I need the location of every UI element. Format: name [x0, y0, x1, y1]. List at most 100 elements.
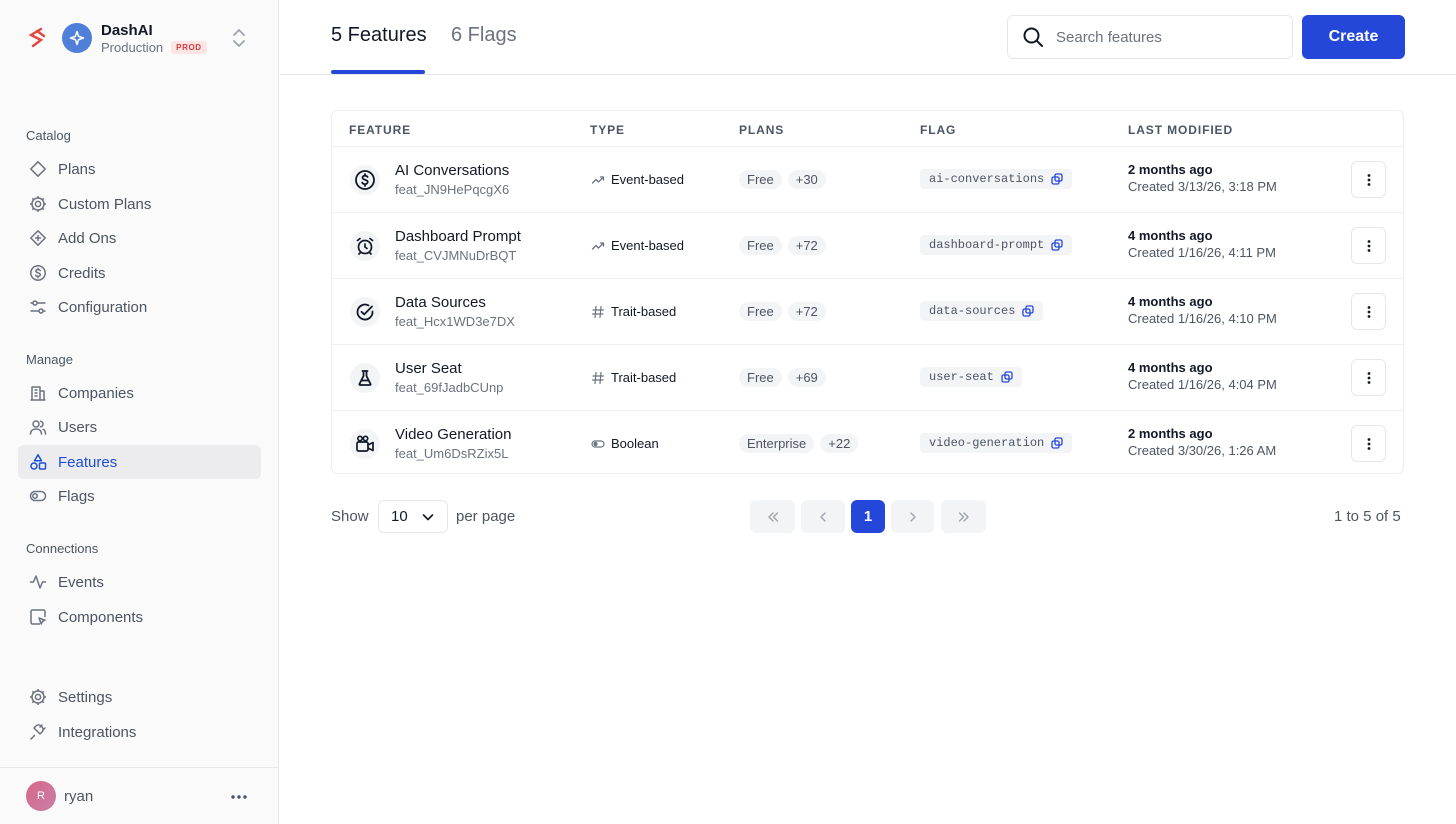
sidebar-item-features[interactable]: Features [18, 445, 261, 479]
external-link-icon [1051, 173, 1063, 185]
search-input[interactable] [1056, 28, 1276, 46]
env-badge: PROD [171, 40, 207, 54]
feature-name[interactable]: User Seat [395, 360, 462, 377]
row-actions-button[interactable] [1351, 359, 1386, 396]
dollar-circle-icon [350, 165, 380, 195]
building-icon [29, 384, 47, 402]
row-actions-button[interactable] [1351, 425, 1386, 462]
created-at: Created 1/16/26, 4:11 PM [1128, 245, 1276, 260]
sidebar-item-add-ons[interactable]: Add Ons [18, 221, 261, 255]
chevrons-right-icon [958, 511, 969, 522]
chevron-down-icon [422, 514, 434, 521]
column-header-feature: FEATURE [349, 123, 412, 137]
chevrons-up-down-icon[interactable] [231, 27, 247, 49]
features-table: FEATURE TYPE PLANS FLAG LAST MODIFIED AI… [331, 110, 1404, 474]
sidebar-item-flags[interactable]: Flags [18, 479, 261, 513]
sidebar-item-settings[interactable]: Settings [18, 680, 261, 714]
sidebar-item-custom-plans[interactable]: Custom Plans [18, 187, 261, 221]
sparkle-icon [69, 30, 85, 46]
user-name[interactable]: ryan [64, 788, 93, 805]
plan-more-pill[interactable]: +69 [787, 368, 826, 387]
feature-id: feat_69fJadbCUnp [395, 380, 504, 395]
feature-type: Boolean [591, 436, 659, 451]
sidebar-item-label: Custom Plans [58, 195, 152, 213]
page-button-current[interactable]: 1 [851, 500, 885, 533]
video-camera-icon [350, 429, 380, 459]
sidebar-item-events[interactable]: Events [18, 565, 261, 599]
alarm-clock-icon [350, 231, 380, 261]
row-actions-button[interactable] [1351, 293, 1386, 330]
trend-icon [591, 241, 605, 250]
chevron-right-icon [909, 511, 916, 522]
org-env-row: Production PROD [101, 40, 207, 55]
sidebar-item-configuration[interactable]: Configuration [18, 290, 261, 324]
flag-link[interactable]: dashboard-prompt [920, 235, 1073, 255]
plan-more-pill[interactable]: +30 [787, 170, 826, 189]
org-switcher[interactable]: DashAI Production PROD [26, 17, 256, 59]
feature-type: Trait-based [591, 370, 676, 385]
external-link-icon [1051, 239, 1063, 251]
sidebar-item-label: Companies [58, 384, 134, 402]
sidebar-item-label: Integrations [58, 723, 137, 741]
created-at: Created 3/13/26, 3:18 PM [1128, 179, 1277, 194]
last-modified: 2 months ago [1128, 162, 1213, 177]
sidebar-item-label: Components [58, 608, 144, 626]
brand-logo-icon [28, 27, 46, 48]
row-actions-button[interactable] [1351, 161, 1386, 198]
table-row[interactable]: AI Conversations feat_JN9HePqcgX6 Event-… [332, 147, 1403, 213]
feature-name[interactable]: Video Generation [395, 426, 511, 443]
hash-icon [591, 305, 605, 318]
table-row[interactable]: User Seat feat_69fJadbCUnp Trait-based F… [332, 345, 1403, 411]
feature-plans: Enterprise +22 [739, 434, 864, 453]
external-link-icon [1001, 371, 1013, 383]
sidebar-item-plans[interactable]: Plans [18, 152, 261, 186]
plan-more-pill[interactable]: +72 [787, 302, 826, 321]
feature-name[interactable]: AI Conversations [395, 162, 509, 179]
sidebar-item-label: Configuration [58, 298, 148, 316]
more-horizontal-icon[interactable] [229, 787, 249, 807]
sidebar-item-companies[interactable]: Companies [18, 376, 261, 410]
per-page-label: per page [456, 508, 516, 525]
flag-link[interactable]: user-seat [920, 367, 1022, 387]
sidebar-item-label: Flags [58, 487, 95, 505]
table-row[interactable]: Data Sources feat_Hcx1WD3e7DX Trait-base… [332, 279, 1403, 345]
type-label: Trait-based [611, 370, 677, 385]
flag-link[interactable]: video-generation [920, 433, 1073, 453]
sidebar-item-label: Settings [58, 688, 113, 706]
feature-id: feat_Um6DsRZix5L [395, 446, 509, 461]
flag-link[interactable]: ai-conversations [920, 169, 1073, 189]
active-tab-indicator [331, 70, 425, 74]
tab-flags[interactable]: 6 Flags [451, 23, 517, 47]
tab-features[interactable]: 5 Features [331, 23, 427, 47]
sidebar-item-integrations[interactable]: Integrations [18, 715, 261, 749]
users-icon [29, 418, 47, 436]
table-header: FEATURE TYPE PLANS FLAG LAST MODIFIED [332, 111, 1403, 147]
plan-pill: Enterprise [739, 434, 815, 453]
plan-more-pill[interactable]: +72 [787, 236, 826, 255]
plan-more-pill[interactable]: +22 [820, 434, 859, 453]
sidebar-item-users[interactable]: Users [18, 410, 261, 444]
create-button[interactable]: Create [1302, 15, 1405, 59]
section-label-connections: Connections [26, 541, 99, 556]
per-page-select[interactable]: 10 [378, 500, 448, 533]
sidebar-item-credits[interactable]: Credits [18, 256, 261, 290]
chevron-left-icon [820, 511, 826, 522]
feature-id: feat_Hcx1WD3e7DX [395, 314, 515, 329]
avatar[interactable]: R [26, 781, 56, 811]
sidebar-item-components[interactable]: Components [18, 600, 261, 634]
next-page-button[interactable] [891, 500, 934, 533]
feature-name[interactable]: Dashboard Prompt [395, 228, 521, 245]
table-row[interactable]: Video Generation feat_Um6DsRZix5L Boolea… [332, 411, 1403, 473]
previous-page-button[interactable] [801, 500, 845, 533]
last-page-button[interactable] [941, 500, 986, 533]
flag-link[interactable]: data-sources [920, 301, 1044, 321]
toggle-icon [29, 487, 47, 505]
diamond-plus-icon [29, 229, 47, 247]
row-actions-button[interactable] [1351, 227, 1386, 264]
feature-name[interactable]: Data Sources [395, 294, 486, 311]
table-row[interactable]: Dashboard Prompt feat_CVJMNuDrBQT Event-… [332, 213, 1403, 279]
section-label-catalog: Catalog [26, 128, 71, 143]
search-box[interactable] [1007, 15, 1293, 59]
first-page-button[interactable] [750, 500, 795, 533]
last-modified: 2 months ago [1128, 426, 1213, 441]
